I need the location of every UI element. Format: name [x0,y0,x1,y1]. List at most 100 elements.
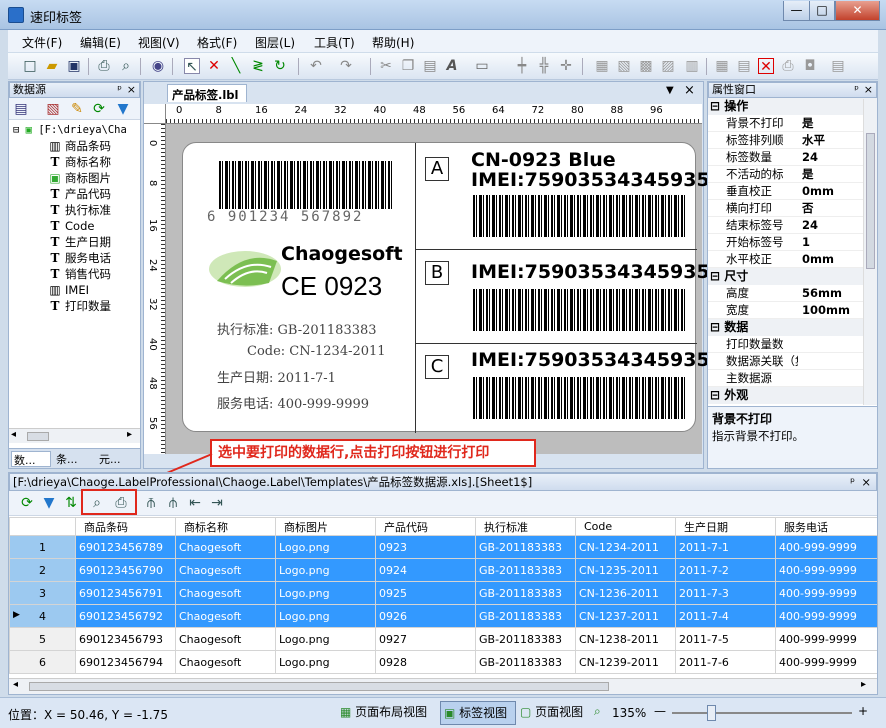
tree-field-item[interactable]: ▥ IMEI [9,282,140,298]
collapse-icon[interactable]: ⊟ [710,320,724,334]
table-row[interactable]: 2 690123456790 Chaogesoft Logo.png 0924 GB-20… [9,558,877,582]
table-cell[interactable]: 0923 [375,535,476,559]
table-cell[interactable]: Chaogesoft [175,581,276,605]
property-value[interactable]: 24 [798,149,818,165]
menu-tools[interactable]: 工具(T) [314,34,355,51]
delete-row-icon[interactable]: ⫛ [165,495,181,511]
table-icon[interactable]: ▤ [736,58,752,74]
paste-icon[interactable]: ▤ [422,58,438,74]
imei-barcode-c[interactable] [473,377,687,419]
row-number[interactable]: 2 [9,558,76,582]
code-text[interactable]: Code: CN-1234-2011 [247,344,386,359]
collapse-icon[interactable]: ⊟ [710,269,724,283]
label-view-button[interactable]: ▣ 标签视图 [440,701,516,725]
scroll-thumb[interactable] [27,432,49,441]
table-cell[interactable]: 400-999-9999 [775,627,877,651]
move-up-icon[interactable]: ⇤ [187,495,203,511]
property-value[interactable]: 是 [798,115,814,131]
column-header[interactable]: 商标图片 [275,517,376,536]
database-icon[interactable]: ◉ [150,58,166,74]
brand-name[interactable]: Chaogesoft [281,243,403,265]
undo-icon[interactable]: ↶ [308,58,324,74]
table-cell[interactable]: 690123456791 [75,581,176,605]
refresh-icon[interactable]: ⟳ [91,101,107,117]
tree-field-item[interactable]: T 执行标准 [9,202,140,218]
table-cell[interactable]: GB-201183383 [475,535,576,559]
table-cell[interactable]: CN-1237-2011 [575,604,676,628]
line-tool-icon[interactable]: ╲ [228,58,244,74]
table-row[interactable]: 1 690123456789 Chaogesoft Logo.png 0923 GB-20… [9,535,877,559]
page-view-button[interactable]: ▢ 页面视图 [520,702,590,724]
chaogesoft-logo-icon[interactable] [207,239,285,295]
remove-datasource-icon[interactable]: ▧ [45,101,61,117]
table-cell[interactable]: 0927 [375,627,476,651]
table-cell[interactable]: Logo.png [275,650,376,674]
select-pointer-icon[interactable]: ↖ [184,58,200,75]
lock-object-icon[interactable]: ◘ [802,58,818,74]
table-cell[interactable]: 400-999-9999 [775,604,877,628]
delete-icon[interactable]: ✕ [206,58,222,74]
table-cell[interactable]: 690123456794 [75,650,176,674]
property-row[interactable]: 背景不打印是 [708,115,877,132]
table-cell[interactable]: 0925 [375,581,476,605]
table-cell[interactable]: 2011-7-3 [675,581,776,605]
tab-barcode[interactable]: 条... [54,451,94,467]
scroll-left-icon[interactable]: ◂ [11,429,16,440]
property-row[interactable]: 不活动的标是 [708,166,877,183]
redo-icon[interactable]: ↷ [338,58,354,74]
scroll-right-icon[interactable]: ▸ [861,679,866,690]
color-text[interactable]: CN-0923 Blue [471,149,616,171]
menu-file[interactable]: 文件(F) [22,34,62,51]
table-row[interactable]: 6 690123456794 Chaogesoft Logo.png 0928 GB-20… [9,650,877,674]
property-group[interactable]: ⊟ 操作 [708,98,877,115]
imei-text-a[interactable]: IMEI:75903534345935 [471,169,710,191]
table-cell[interactable]: 690123456792 [75,604,176,628]
zoom-slider-thumb[interactable] [707,705,716,721]
label-design[interactable]: 6 901234 567892 Chaogesoft CE 0923 执行标准:… [182,142,710,433]
pin-icon[interactable]: ᵖ [850,474,855,490]
maximize-button[interactable]: □ [809,1,835,21]
property-row[interactable]: 标签数量 24 [708,149,877,166]
menu-view[interactable]: 视图(V) [138,34,180,51]
pin-icon[interactable]: ᵖ [854,83,859,97]
tree-field-item[interactable]: ▣ 商标图片 [9,170,140,186]
bring-front-icon[interactable]: ▩ [638,58,654,74]
table-cell[interactable]: 690123456793 [75,627,176,651]
standard-text[interactable]: 执行标准: GB-201183383 [217,319,377,338]
table-cell[interactable]: GB-201183383 [475,650,576,674]
ean-barcode[interactable] [219,161,393,211]
property-group[interactable]: ⊟ 尺寸 [708,268,877,285]
property-row[interactable]: 水平校正 0mm [708,251,877,268]
table-cell[interactable]: CN-1238-2011 [575,627,676,651]
pin-icon[interactable]: ᵖ [117,83,122,97]
row-number[interactable]: 3 [9,581,76,605]
property-value[interactable]: 100mm [798,302,850,318]
print-preview-button[interactable]: ⌕ [89,495,105,511]
panel-close-icon[interactable]: × [861,474,871,490]
table-cell[interactable]: 400-999-9999 [775,535,877,559]
property-row[interactable]: 横向打印 否 [708,200,877,217]
property-value[interactable]: 水平 [798,132,825,148]
row-number[interactable]: 1 [9,535,76,559]
table-cell[interactable]: Chaogesoft [175,558,276,582]
imei-barcode-b[interactable] [473,289,687,331]
move-down-icon[interactable]: ⇥ [209,495,225,511]
send-back-icon[interactable]: ▨ [660,58,676,74]
table-cell[interactable]: Chaogesoft [175,650,276,674]
table-cell[interactable]: GB-201183383 [475,581,576,605]
scroll-thumb[interactable] [29,682,609,691]
menu-help[interactable]: 帮助(H) [372,34,414,51]
print-button[interactable]: ⎙ [113,495,129,511]
property-row[interactable]: 垂直校正 0mm [708,183,877,200]
property-value[interactable] [798,353,802,369]
table-cell[interactable]: 0924 [375,558,476,582]
property-group[interactable]: ⊟ 数据 [708,319,877,336]
property-row[interactable]: 打印数量数 [708,336,877,353]
table-cell[interactable]: CN-1236-2011 [575,581,676,605]
box-a[interactable]: A [425,157,449,181]
property-value[interactable]: 否 [798,200,814,216]
property-value[interactable]: 24 [798,217,818,233]
table-cell[interactable]: 2011-7-1 [675,535,776,559]
table-cell[interactable]: Logo.png [275,627,376,651]
table-row[interactable]: 3 690123456791 Chaogesoft Logo.png 0925 GB-20… [9,581,877,605]
